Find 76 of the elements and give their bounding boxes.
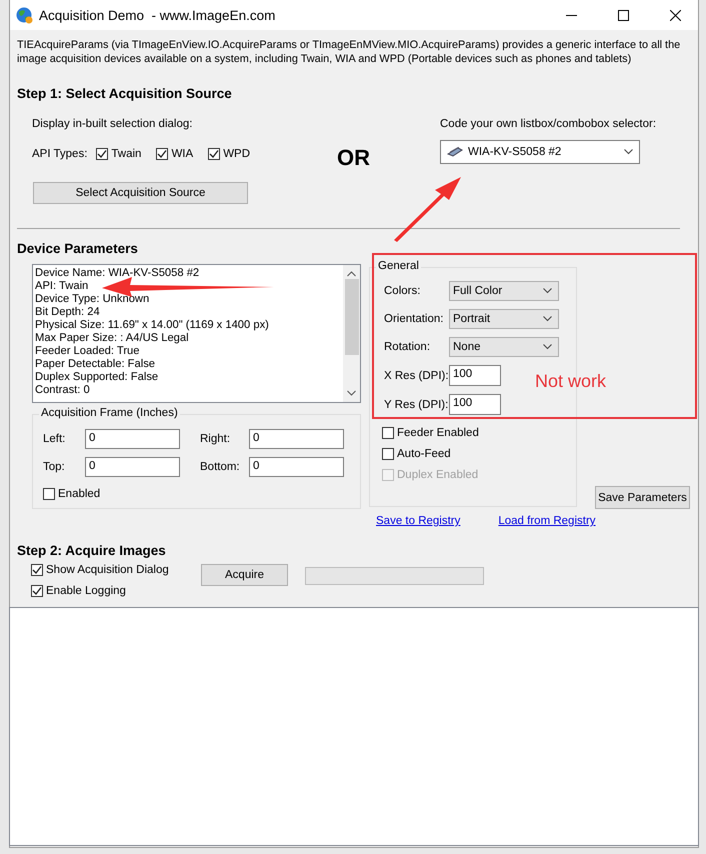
info-line: Physical Size: 11.69" x 14.00" (1169 x 1400 px) bbox=[35, 319, 269, 332]
caret-icon bbox=[543, 344, 552, 350]
info-line: Device Name: WIA-KV-S5058 #2 bbox=[35, 267, 200, 280]
checkbox-label: Enabled bbox=[58, 488, 100, 500]
field-label: Bottom: bbox=[200, 461, 241, 473]
minimize-icon bbox=[566, 14, 576, 16]
scroll-up-icon bbox=[347, 271, 356, 277]
checkbox-label: WPD bbox=[223, 148, 250, 160]
field-label: X Res (DPI): bbox=[384, 370, 449, 382]
field-label: Colors: bbox=[384, 285, 422, 297]
scanner-icon bbox=[447, 147, 463, 157]
input-field[interactable]: 100 bbox=[449, 394, 501, 415]
scroll-down-icon bbox=[347, 390, 356, 396]
info-line: Paper Detectable: False bbox=[35, 358, 156, 371]
dropdown[interactable]: Portrait bbox=[449, 309, 559, 329]
field-label: Orientation: bbox=[384, 313, 444, 325]
checkbox[interactable] bbox=[156, 148, 168, 160]
info-line: API: Twain bbox=[35, 280, 88, 293]
checkbox-label: Twain bbox=[111, 148, 142, 160]
checkbox[interactable] bbox=[382, 427, 394, 439]
description-text: TIEAcquireParams (via TImageEnView.IO.AcquireParams or TImageEnMView.MIO.AcquireParams) provides a generic interface to all the image acquisition devices available on a system, including Twain, WIA and WPD (Portable devices such as phones and tablets) bbox=[17, 38, 682, 66]
select-source-button[interactable]: Select Acquisition Source bbox=[33, 182, 248, 204]
input-field[interactable]: 0 bbox=[85, 429, 180, 449]
checkbox[interactable] bbox=[43, 488, 55, 500]
annotation-note: Not work bbox=[535, 371, 606, 392]
source-combobox[interactable]: WIA-KV-S5058 #2 bbox=[440, 140, 640, 164]
label: Display in-built selection dialog: bbox=[32, 118, 194, 130]
checkbox[interactable] bbox=[382, 448, 394, 460]
checkbox[interactable] bbox=[208, 148, 220, 160]
input-field[interactable]: 0 bbox=[249, 429, 344, 449]
checkbox[interactable] bbox=[96, 148, 108, 160]
info-line: Contrast: 0 bbox=[35, 384, 90, 397]
group-title: General bbox=[376, 260, 421, 272]
section-heading: Step 2: Acquire Images bbox=[16, 543, 167, 558]
checkbox-label: Enable Logging bbox=[46, 585, 126, 597]
checkbox-label: Auto-Feed bbox=[397, 448, 451, 460]
field-label: Right: bbox=[200, 433, 232, 445]
checkbox-label: Show Acquisition Dialog bbox=[46, 564, 169, 576]
info-line: Device Type: Unknown bbox=[35, 293, 150, 306]
info-line: Feeder Loaded: True bbox=[35, 345, 140, 358]
section-heading: Step 1: Select Acquisition Source bbox=[16, 86, 233, 101]
info-line: Duplex Supported: False bbox=[35, 371, 158, 384]
field-label: Rotation: bbox=[384, 341, 432, 353]
input-field[interactable]: 100 bbox=[449, 365, 501, 386]
input-field[interactable]: 0 bbox=[249, 457, 344, 477]
or-label: OR bbox=[337, 145, 370, 171]
group-title: Acquisition Frame (Inches) bbox=[39, 407, 180, 419]
device-info-list[interactable] bbox=[32, 264, 361, 403]
info-line: Max Paper Size: : A4/US Legal bbox=[35, 332, 189, 345]
globe-icon bbox=[16, 6, 33, 24]
checkbox[interactable] bbox=[31, 585, 43, 597]
caret-icon bbox=[624, 149, 633, 155]
checkbox-label: WIA bbox=[171, 148, 194, 160]
acquire-button[interactable]: Acquire bbox=[201, 564, 288, 586]
field-label: Top: bbox=[43, 461, 66, 473]
close-icon bbox=[670, 10, 680, 20]
registry-link[interactable]: Save to Registry bbox=[376, 515, 460, 527]
caret-icon bbox=[543, 288, 552, 294]
scrollbar[interactable] bbox=[343, 265, 360, 402]
section-heading: Device Parameters bbox=[16, 241, 139, 256]
caret-icon bbox=[543, 316, 552, 322]
registry-link[interactable]: Load from Registry bbox=[498, 515, 596, 527]
save-parameters-button[interactable]: Save Parameters bbox=[595, 486, 690, 509]
label: API Types: bbox=[32, 148, 88, 160]
checkbox-label: Feeder Enabled bbox=[397, 427, 479, 439]
input-field[interactable]: 0 bbox=[85, 457, 180, 477]
maximize-icon bbox=[618, 10, 628, 20]
window-title: Acquisition Demo - www.ImageEn.com bbox=[39, 8, 276, 22]
dropdown[interactable]: Full Color bbox=[449, 281, 559, 301]
checkbox[interactable] bbox=[31, 564, 43, 576]
field-label: Y Res (DPI): bbox=[384, 398, 449, 410]
info-line: Bit Depth: 24 bbox=[35, 306, 100, 319]
label: Code your own listbox/combobox selector: bbox=[440, 118, 658, 130]
dropdown[interactable]: None bbox=[449, 337, 559, 357]
field-label: Left: bbox=[43, 433, 66, 445]
checkbox-label: Duplex Enabled bbox=[397, 469, 478, 481]
